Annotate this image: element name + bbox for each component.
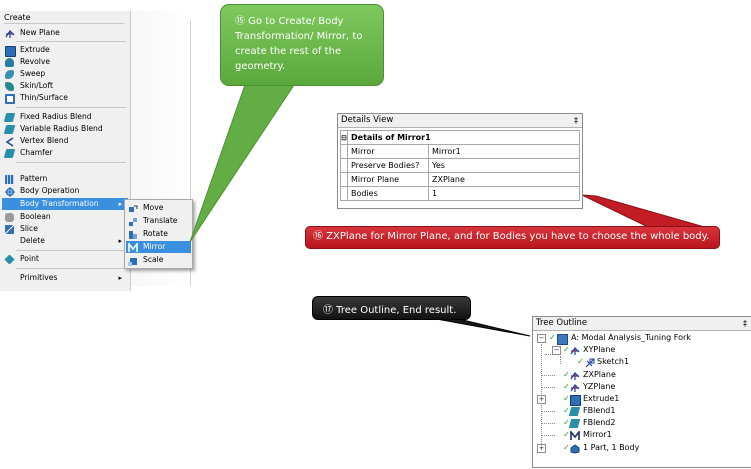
- tree-item-extrude1[interactable]: + ✓ Extrude1: [533, 393, 733, 406]
- details-group-row: ⊟ Details of Mirror1: [340, 130, 580, 145]
- details-table: ⊟ Details of Mirror1 Mirror Mirror1 Pres…: [340, 130, 580, 201]
- details-row-preserve-bodies[interactable]: Preserve Bodies? Yes: [340, 158, 580, 173]
- details-view-panel: Details View ‡ ⊟ Details of Mirror1 Mirr…: [337, 113, 583, 209]
- callout-step-15: ⑮ Go to Create/ Body Transformation/ Mir…: [220, 4, 384, 86]
- tree-item-fblend2[interactable]: ✓ FBlend2: [547, 417, 737, 429]
- body-icon: [570, 444, 580, 454]
- tree-root[interactable]: − ✓ A: Modal Analysis_Tuning Fork: [535, 332, 749, 345]
- plane-icon: [570, 383, 580, 392]
- callout-step-17: ⑰ Tree Outline, End result.: [312, 296, 471, 320]
- callout-step-17-text: ⑰ Tree Outline, End result.: [323, 305, 457, 316]
- blend-icon: [568, 407, 581, 416]
- check-icon: ✓: [563, 345, 570, 354]
- tree-connector: [560, 356, 561, 364]
- expand-icon[interactable]: +: [537, 395, 546, 404]
- check-icon: ✓: [577, 357, 584, 366]
- details-view-title: Details View: [341, 115, 394, 125]
- details-row-value[interactable]: Mirror1: [428, 144, 580, 159]
- collapse-icon[interactable]: −: [552, 346, 561, 355]
- details-row-name: Preserve Bodies?: [347, 158, 429, 173]
- details-row-mirror-plane[interactable]: Mirror Plane ZXPlane: [340, 172, 580, 187]
- details-row-name: Mirror Plane: [347, 172, 429, 187]
- expand-icon[interactable]: +: [537, 444, 546, 453]
- details-row-bodies[interactable]: Bodies 1: [340, 186, 580, 201]
- tree-outline-panel: Tree Outline ‡ − ✓ A: Modal Analysis_Tun…: [532, 316, 751, 468]
- details-row-name: Mirror: [347, 144, 429, 159]
- green-callout-pointer: [189, 81, 297, 243]
- details-row-value[interactable]: ZXPlane: [428, 172, 580, 187]
- pin-icon[interactable]: ‡: [574, 114, 578, 127]
- tree-item-parts-bodies[interactable]: + ✓ 1 Part, 1 Body: [533, 442, 743, 454]
- plane-icon: [570, 371, 580, 380]
- tree-item-zxplane[interactable]: ✓ ZXPlane: [547, 369, 737, 381]
- sketch-icon: [585, 358, 595, 368]
- tree-outline-header: Tree Outline ‡: [533, 317, 751, 331]
- mirror-icon: [570, 429, 580, 440]
- callout-step-15-text: ⑮ Go to Create/ Body Transformation/ Mir…: [235, 16, 363, 72]
- pin-icon[interactable]: ‡: [743, 317, 747, 330]
- check-icon: ✓: [563, 394, 570, 403]
- tree-outline-title: Tree Outline: [536, 318, 588, 328]
- tree-item-sketch1[interactable]: ✓ Sketch1: [569, 356, 739, 368]
- details-row-mirror[interactable]: Mirror Mirror1: [340, 144, 580, 159]
- tree-item-xyplane[interactable]: − ✓ XYPlane: [547, 344, 737, 356]
- callout-step-16: ⑯ ZXPlane for Mirror Plane, and for Bodi…: [305, 226, 720, 249]
- check-icon: ✓: [563, 382, 570, 391]
- check-icon: ✓: [563, 430, 570, 439]
- details-row-value[interactable]: 1: [428, 186, 580, 201]
- tree-item-mirror1[interactable]: ✓ Mirror1: [547, 429, 737, 441]
- check-icon: ✓: [563, 443, 570, 452]
- details-view-header: Details View ‡: [338, 114, 582, 128]
- red-callout-pointer: [581, 194, 709, 229]
- check-icon: ✓: [563, 370, 570, 379]
- tree-item-fblend1[interactable]: ✓ FBlend1: [547, 405, 737, 417]
- collapse-icon[interactable]: −: [537, 334, 546, 343]
- details-group-title: Details of Mirror1: [347, 130, 580, 145]
- blend-icon: [568, 419, 581, 428]
- check-icon: ✓: [549, 333, 556, 342]
- details-row-value[interactable]: Yes: [428, 158, 580, 173]
- collapse-icon[interactable]: ⊟: [340, 130, 348, 145]
- tree-item-yzplane[interactable]: ✓ YZPlane: [547, 381, 737, 393]
- callout-step-16-text: ⑯ ZXPlane for Mirror Plane, and for Bodi…: [313, 231, 710, 242]
- details-row-name: Bodies: [347, 186, 429, 201]
- plane-icon: [570, 346, 580, 355]
